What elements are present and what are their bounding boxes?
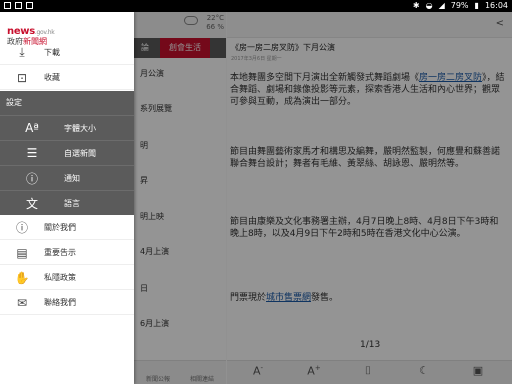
notification-icon xyxy=(26,2,33,9)
font-size-icon: Aª xyxy=(25,121,39,135)
menu-contact[interactable]: ✉ 聯絡我們 xyxy=(0,291,134,315)
menu-favourites[interactable]: ⊡ 收藏 xyxy=(0,66,134,90)
settings-header: 設定 xyxy=(0,91,134,115)
menu-custom-news[interactable]: ☰ 自選新聞 xyxy=(0,140,134,165)
menu-notifications[interactable]: ⓘ 通知 xyxy=(0,165,134,190)
notification-icon xyxy=(15,2,22,9)
menu-language[interactable]: 文 語言 xyxy=(0,190,134,215)
download-icon: ⤓ xyxy=(19,45,25,59)
menu-download[interactable]: ⤓ 下載 xyxy=(0,41,134,65)
language-icon: 文 xyxy=(25,196,38,211)
menu-privacy[interactable]: ✋ 私隱政策 xyxy=(0,266,134,290)
clock: 16:04 xyxy=(484,1,508,10)
navigation-drawer: news.gov.hk 政府新聞網 ⤓ 下載 ⊡ 收藏 設定 Aª 字體大小 ☰… xyxy=(0,12,134,384)
privacy-icon: ✋ xyxy=(14,270,30,285)
custom-news-icon: ☰ xyxy=(26,146,38,160)
battery-icon: ▮ xyxy=(474,1,479,10)
wifi-icon: ◒ xyxy=(425,1,433,10)
notice-icon: ▤ xyxy=(16,245,28,260)
notification-icon: ⓘ xyxy=(25,171,38,186)
notification-icon xyxy=(4,2,11,9)
menu-notice[interactable]: ▤ 重要告示 xyxy=(0,241,134,265)
mail-icon: ✉ xyxy=(16,295,28,310)
status-notification-icons xyxy=(4,0,33,9)
battery-percent: 79% xyxy=(450,1,469,10)
menu-about[interactable]: ⓘ 關於我們 xyxy=(0,216,134,240)
status-bar: ✱ ◒ ◢ 79% ▮ 16:04 xyxy=(0,0,512,12)
signal-icon: ◢ xyxy=(438,1,445,10)
bookmark-icon: ⊡ xyxy=(16,70,28,85)
info-icon: ⓘ xyxy=(15,221,28,235)
menu-font-size[interactable]: Aª 字體大小 xyxy=(0,115,134,140)
bluetooth-icon: ✱ xyxy=(412,1,420,10)
